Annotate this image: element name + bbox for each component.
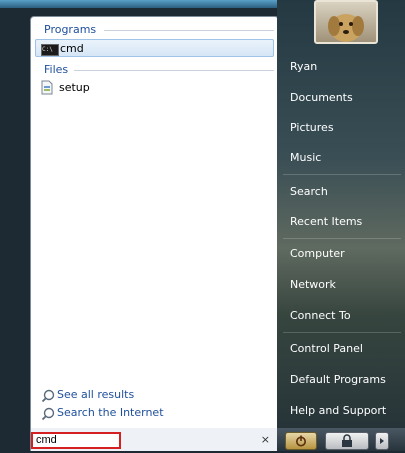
menu-item-documents[interactable]: Documents [290,88,400,108]
arrow-right-icon [380,438,384,444]
power-button-bar [277,428,405,451]
files-group-header: Files [44,63,274,76]
programs-header-rule [104,30,274,31]
search-internet-label: Search the Internet [57,406,164,419]
clear-search-icon[interactable]: × [261,433,270,446]
power-icon [296,435,306,447]
menu-item-help-and-support[interactable]: Help and Support [290,401,400,421]
menu-item-recent-items[interactable]: Recent Items [290,212,400,232]
start-search-input[interactable]: cmd [31,432,121,449]
files-header-rule [74,70,274,71]
menu-item-search[interactable]: Search [290,182,400,202]
see-all-results-label: See all results [57,388,135,401]
result-item-setup[interactable]: setup [35,79,274,97]
dog-picture-icon [328,14,364,42]
menu-item-computer[interactable]: Computer [290,244,400,264]
result-item-label: cmd [60,42,84,55]
menu-separator [283,332,401,333]
programs-group-header: Programs [44,23,274,36]
search-icon [41,389,55,403]
menu-item-control-panel[interactable]: Control Panel [290,339,400,359]
menu-item-connect-to[interactable]: Connect To [290,306,400,326]
search-icon [41,407,55,421]
menu-item-user[interactable]: Ryan [290,57,400,77]
menu-separator [283,174,401,175]
programs-header-label: Programs [44,23,97,36]
start-search-bar: cmd × [30,428,278,451]
power-options-button[interactable] [375,432,389,450]
power-button[interactable] [285,432,317,450]
result-item-label: setup [59,81,90,94]
menu-item-default-programs[interactable]: Default Programs [290,370,400,390]
user-avatar[interactable] [314,0,378,44]
files-header-label: Files [44,63,69,76]
menu-item-pictures[interactable]: Pictures [290,118,400,138]
search-results-panel: Programs C:\ cmd Files setup See all res… [30,16,279,430]
menu-item-music[interactable]: Music [290,148,400,168]
lock-button[interactable] [325,432,369,450]
cmd-icon: C:\ [41,44,59,56]
lock-icon [342,434,352,447]
setup-file-icon [41,80,53,95]
result-item-cmd[interactable]: C:\ cmd [35,39,274,57]
menu-item-network[interactable]: Network [290,275,400,295]
menu-separator [283,238,401,239]
start-menu-right-panel: Ryan Documents Pictures Music Search Rec… [277,0,405,451]
